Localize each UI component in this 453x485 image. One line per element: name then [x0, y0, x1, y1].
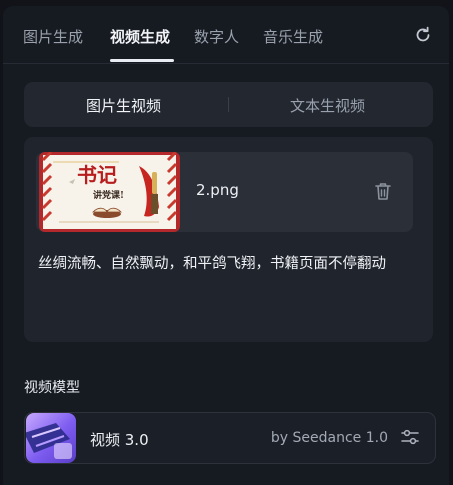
model-thumbnail [26, 413, 76, 463]
mode-divider [228, 97, 229, 112]
tab-image-generation[interactable]: 图片生成 [23, 26, 83, 47]
video-model-selector[interactable]: 视频 3.0 by Seedance 1.0 [24, 412, 436, 464]
model-name: 视频 3.0 [90, 431, 149, 449]
uploaded-image-item: 书记 讲党课! 2.png [36, 152, 413, 232]
uploaded-file-name: 2.png [196, 181, 239, 199]
active-tab-indicator [110, 59, 174, 62]
video-model-section-title: 视频模型 [24, 380, 80, 396]
generation-panel: 图片生成 视频生成 数字人 音乐生成 图片生视频 文本生视频 书记 讲党课! 2… [3, 6, 449, 485]
refresh-icon[interactable] [413, 25, 433, 45]
generation-mode-switch: 图片生视频 文本生视频 [24, 82, 433, 127]
prompt-card: 书记 讲党课! 2.png 丝绸流畅、自然飘动，和平鸽飞翔，书籍页面不停翻动 [24, 137, 433, 342]
tab-digital-human[interactable]: 数字人 [194, 26, 239, 47]
tab-music-generation[interactable]: 音乐生成 [263, 26, 323, 47]
trash-icon[interactable] [373, 181, 393, 203]
mode-text-to-video[interactable]: 文本生视频 [290, 95, 365, 116]
mode-image-to-video[interactable]: 图片生视频 [86, 95, 161, 116]
tab-video-generation[interactable]: 视频生成 [110, 26, 170, 47]
uploaded-image-thumbnail[interactable]: 书记 讲党课! [39, 152, 180, 232]
sliders-icon[interactable] [400, 427, 420, 447]
thumbnail-calligraphy: 书记 [77, 163, 117, 187]
model-provider: by Seedance 1.0 [270, 430, 388, 446]
thumbnail-subtitle: 讲党课! [93, 189, 124, 201]
prompt-input[interactable]: 丝绸流畅、自然飘动，和平鸽飞翔，书籍页面不停翻动 [38, 251, 423, 278]
tab-bar: 图片生成 视频生成 数字人 音乐生成 [3, 6, 449, 64]
